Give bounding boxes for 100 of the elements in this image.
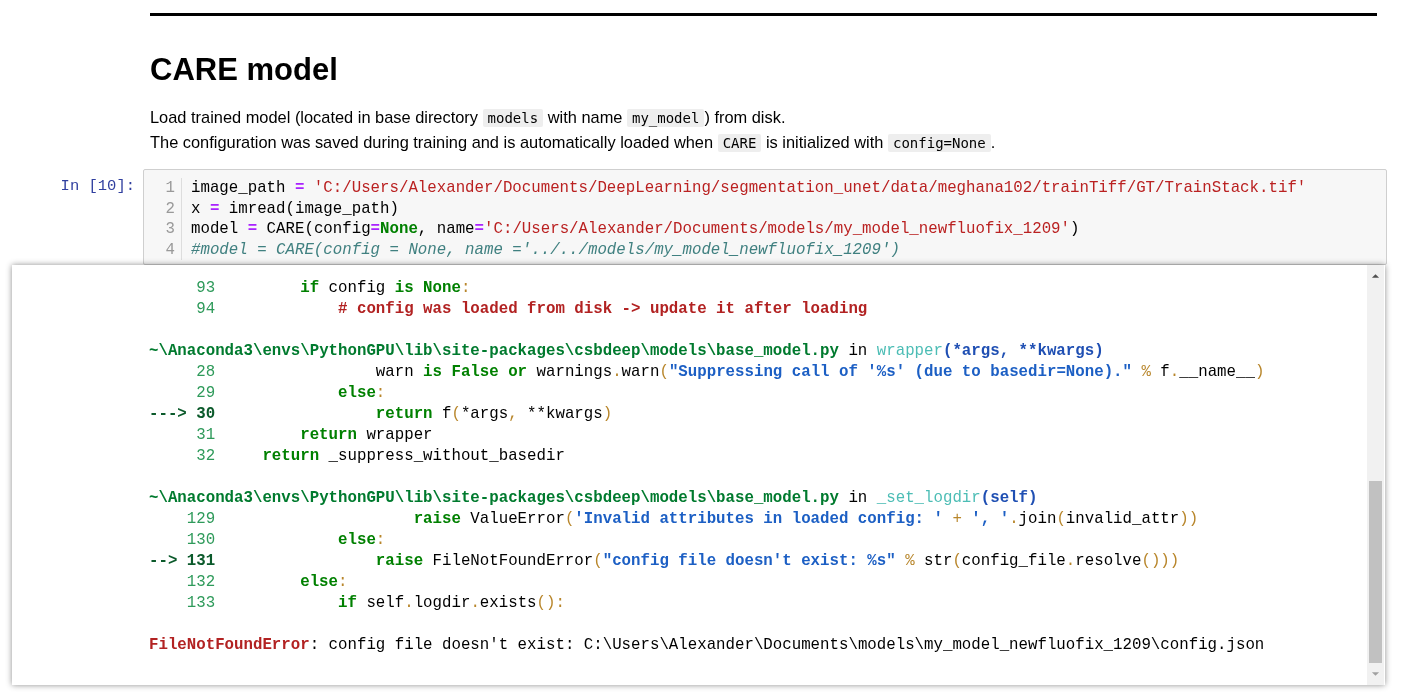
code-text: join xyxy=(1018,510,1057,528)
code-operator: % xyxy=(1140,363,1151,381)
code-operator: % xyxy=(904,552,915,570)
code-string: "Suppressing call of '%s' (due to basedir=None)." xyxy=(668,363,1132,381)
code-operator: ( xyxy=(564,510,575,528)
code-keyword: return xyxy=(374,405,433,423)
inline-code: CARE xyxy=(717,134,762,152)
code-text: config_file xyxy=(961,552,1066,570)
code-text: : config file doesn't exist: C:\Users\Alexander\Documents\models\my_model_newfluofix_1209\config.json xyxy=(309,636,1265,654)
function-name: wrapper xyxy=(876,342,943,360)
description-text: The configuration was saved during training and is automatically loaded when xyxy=(150,133,715,151)
code-string: 'Invalid attributes in loaded config: ' xyxy=(574,510,943,528)
code-operator: = xyxy=(474,220,485,238)
code-keyword: else xyxy=(299,573,339,591)
code-keyword: else xyxy=(337,531,376,549)
description-text: is initialized with xyxy=(764,133,885,151)
line-number: 130 xyxy=(186,530,216,551)
function-signature: (self) xyxy=(980,489,1038,507)
code-text: ) xyxy=(1070,220,1080,238)
line-number: 4 xyxy=(165,240,175,259)
line-number: 32 xyxy=(196,446,216,467)
code-cell[interactable] xyxy=(143,169,1387,265)
error-name: FileNotFoundError xyxy=(149,636,310,654)
code-operator: ) xyxy=(1254,363,1265,381)
code-text: self xyxy=(365,594,405,612)
code-keyword: else xyxy=(337,384,376,402)
current-line-arrow: --> xyxy=(149,551,178,572)
line-number: 1 xyxy=(165,179,175,197)
code-text: wrapper xyxy=(365,426,433,444)
description-text: with name xyxy=(546,108,624,126)
code-operator: : xyxy=(338,573,348,591)
line-number: 28 xyxy=(196,362,216,383)
inline-code: config=None xyxy=(888,134,991,152)
code-operator: , xyxy=(508,405,518,423)
inline-code: models xyxy=(482,109,544,127)
code-keyword: is xyxy=(423,363,442,381)
function-name: _set_logdir xyxy=(876,489,981,507)
code-text: warn xyxy=(374,363,415,381)
line-number: 133 xyxy=(186,593,216,614)
line-number: 29 xyxy=(196,383,216,404)
code-operator: : xyxy=(460,279,471,297)
line-number: 129 xyxy=(186,509,216,530)
description-text: Load trained model (located in base directory xyxy=(150,108,479,126)
code-keyword: is xyxy=(394,279,414,297)
line-number: 131 xyxy=(186,551,216,572)
code-operator: = xyxy=(209,199,220,218)
code-operator: + xyxy=(951,510,962,528)
code-string: ', ' xyxy=(970,510,1010,528)
code-keyword: if xyxy=(299,279,320,297)
input-prompt: In [10]: xyxy=(60,176,135,197)
code-text: f xyxy=(441,405,452,423)
code-text: str xyxy=(923,552,953,570)
code-text: ValueError xyxy=(469,510,565,528)
scrollbar-thumb[interactable] xyxy=(1369,481,1382,663)
code-text: _suppress_without_basedir xyxy=(327,447,565,465)
description-text: . xyxy=(990,133,996,151)
code-operator: )) xyxy=(1179,510,1199,528)
code-operator: = xyxy=(247,220,258,238)
code-operator: . xyxy=(470,594,480,612)
code-operator: : xyxy=(375,531,386,549)
code-operator: : xyxy=(375,384,386,402)
code-text: CARE(config xyxy=(265,220,371,238)
line-number: 132 xyxy=(186,572,216,593)
code-text: model xyxy=(191,220,240,238)
code-text: , name xyxy=(417,220,475,238)
code-operator: . xyxy=(1169,363,1180,381)
code-text: FileNotFoundError xyxy=(431,552,594,570)
code-text: *args xyxy=(460,405,509,423)
code-text: x xyxy=(191,199,202,218)
code-text: in xyxy=(847,342,869,360)
code-keyword: None xyxy=(422,279,461,297)
scroll-up-icon[interactable] xyxy=(1371,273,1380,279)
code-text: in xyxy=(847,489,869,507)
code-operator: ( xyxy=(659,363,669,381)
line-number: 93 xyxy=(196,278,216,299)
code-comment: #model = CARE(config = None, name ='../../models/my_model_newfluofix_1209') xyxy=(191,240,900,259)
code-operator: . xyxy=(1065,552,1076,570)
code-text: invalid_attr xyxy=(1065,510,1180,528)
description-text: ) from disk. xyxy=(704,108,786,126)
section-heading: CARE model xyxy=(150,51,339,89)
file-path: ~\Anaconda3\envs\PythonGPU\lib\site-packages\csbdeep\models\base_model.py xyxy=(149,342,839,360)
code-string: 'C:/Users/Alexander/Documents/models/my_model_newfluofix_1209' xyxy=(484,220,1071,238)
scroll-down-icon[interactable] xyxy=(1371,671,1380,677)
code-operator: (): xyxy=(536,594,565,612)
file-path: ~\Anaconda3\envs\PythonGPU\lib\site-packages\csbdeep\models\base_model.py xyxy=(149,489,839,507)
scrollbar[interactable] xyxy=(1367,265,1384,685)
line-number: 2 xyxy=(165,199,175,218)
code-text: config xyxy=(327,279,387,297)
code-keyword: return xyxy=(261,447,320,465)
code-operator: . xyxy=(404,594,414,612)
code-text: exists xyxy=(479,594,537,612)
code-keyword: if xyxy=(337,594,357,612)
code-text: __name__ xyxy=(1179,363,1255,381)
code-string: "config file doesn't exist: %s" xyxy=(602,552,896,570)
code-operator: . xyxy=(612,363,622,381)
code-text: **kwargs xyxy=(526,405,603,423)
code-keyword: raise xyxy=(374,552,424,570)
line-number: 31 xyxy=(196,425,216,446)
current-line-arrow: ---> xyxy=(149,404,187,425)
code-comment: # config was loaded from disk -> update it after loading xyxy=(337,300,868,318)
